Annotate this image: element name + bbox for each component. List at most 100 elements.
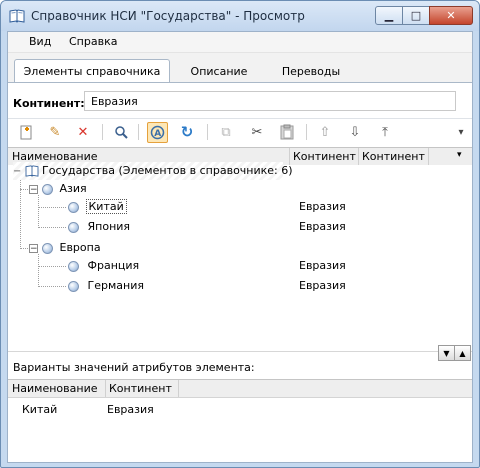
move-down-button[interactable]: ⇩ bbox=[346, 123, 364, 141]
column-chooser-icon[interactable]: ▾ bbox=[457, 150, 462, 160]
elements-panel: Континент: Евразия ✎ ✕ A ↻ ⧉ ✂ ⇧ ⇩ ⤒ ▾ Н… bbox=[8, 83, 472, 462]
move-down-icon: ⇩ bbox=[349, 124, 361, 140]
tree-connector bbox=[38, 266, 66, 267]
window-controls: ▁ □ ✕ bbox=[375, 6, 473, 25]
toolbar-separator bbox=[138, 124, 139, 140]
window-title: Справочник НСИ "Государства" - Просмотр bbox=[31, 9, 305, 23]
find-icon bbox=[115, 126, 128, 139]
variant-name-cell[interactable]: Китай bbox=[22, 403, 57, 416]
close-button[interactable]: ✕ bbox=[429, 6, 473, 25]
group-name: Азия bbox=[59, 182, 87, 195]
minimize-button[interactable]: ▁ bbox=[375, 6, 403, 25]
menu-view[interactable]: Вид bbox=[29, 35, 51, 48]
refresh-icon: ↻ bbox=[180, 123, 194, 141]
column-divider bbox=[178, 380, 179, 397]
element-node-icon bbox=[42, 183, 53, 195]
tree-connector bbox=[38, 254, 39, 287]
paste-button[interactable] bbox=[278, 123, 296, 141]
paste-icon bbox=[280, 124, 294, 140]
minimize-icon: ▁ bbox=[384, 9, 394, 22]
expand-asia-toggle[interactable]: − bbox=[29, 185, 38, 195]
add-element-icon bbox=[20, 125, 32, 140]
move-top-button[interactable]: ⤒ bbox=[376, 123, 394, 141]
tab-strip: Элементы справочника Описание Переводы bbox=[8, 53, 472, 83]
continent-field[interactable]: Евразия bbox=[84, 91, 456, 111]
find-button[interactable] bbox=[112, 123, 130, 141]
toolbar-separator bbox=[306, 124, 307, 140]
title-bar[interactable]: Справочник НСИ "Государства" - Просмотр … bbox=[1, 1, 479, 31]
tree-root-row[interactable]: − Государства (Элементов в справочнике: … bbox=[13, 162, 293, 181]
continent-label: Континент: bbox=[13, 97, 85, 110]
expand-europe-toggle[interactable]: − bbox=[29, 244, 38, 254]
column-divider bbox=[105, 380, 106, 397]
delete-icon: ✕ bbox=[77, 124, 89, 140]
element-node-icon bbox=[68, 221, 79, 233]
toolbar-separator bbox=[102, 124, 103, 140]
attribute-filter-button[interactable]: A bbox=[147, 122, 168, 143]
main-toolbar: ✎ ✕ A ↻ ⧉ ✂ ⇧ ⇩ ⤒ ▾ bbox=[8, 119, 472, 146]
edit-button[interactable]: ✎ bbox=[46, 123, 64, 141]
delete-button[interactable]: ✕ bbox=[74, 123, 92, 141]
expander-icon[interactable]: − bbox=[13, 163, 21, 181]
book-icon bbox=[25, 165, 38, 177]
attribute-filter-icon: A bbox=[150, 125, 165, 140]
group-name: Европа bbox=[59, 241, 101, 254]
column-header-continent[interactable]: Континент bbox=[109, 382, 172, 395]
variants-grid-header: Наименование Континент bbox=[8, 379, 472, 398]
edit-icon: ✎ bbox=[49, 124, 61, 140]
refresh-button[interactable]: ↻ bbox=[178, 123, 196, 141]
tab-elements[interactable]: Элементы справочника bbox=[14, 59, 170, 83]
toolbar-separator bbox=[207, 124, 208, 140]
move-up-button[interactable]: ⇧ bbox=[316, 123, 334, 141]
variants-label: Варианты значений атрибутов элемента: bbox=[13, 361, 255, 374]
collapse-icon: − bbox=[30, 244, 38, 254]
column-header-continent-2[interactable]: Континент bbox=[362, 150, 425, 163]
svg-text:A: A bbox=[154, 129, 161, 139]
expand-up-button[interactable]: ▲ bbox=[454, 345, 471, 361]
element-node-icon bbox=[68, 280, 79, 292]
add-element-button[interactable] bbox=[18, 123, 36, 141]
column-divider bbox=[358, 148, 359, 165]
tab-translations[interactable]: Переводы bbox=[266, 60, 356, 82]
tree-root-label: Государства (Элементов в справочнике: 6) bbox=[42, 164, 293, 177]
tree-connector bbox=[38, 207, 66, 208]
tree-group-row[interactable]: Европа bbox=[42, 239, 101, 257]
tree-group-row[interactable]: Азия bbox=[42, 180, 87, 198]
tree-item-row[interactable]: Китай Евразия bbox=[68, 198, 468, 216]
window-client: Вид Справка Элементы справочника Описани… bbox=[7, 31, 473, 463]
tree-item-row[interactable]: Франция Евразия bbox=[68, 257, 468, 275]
column-header-continent[interactable]: Континент bbox=[293, 150, 356, 163]
copy-icon: ⧉ bbox=[221, 124, 231, 140]
tree-connector bbox=[38, 286, 66, 287]
close-icon: ✕ bbox=[446, 9, 456, 22]
arrow-down-icon: ▼ bbox=[443, 348, 450, 358]
maximize-icon: □ bbox=[410, 9, 422, 22]
collapse-down-button[interactable]: ▼ bbox=[438, 345, 455, 361]
variant-continent-cell[interactable]: Евразия bbox=[107, 403, 154, 416]
main-window: Справочник НСИ "Государства" - Просмотр … bbox=[0, 0, 480, 468]
maximize-button[interactable]: □ bbox=[402, 6, 430, 25]
dropdown-icon: ▾ bbox=[458, 126, 464, 138]
item-continent: Евразия bbox=[299, 279, 346, 292]
item-name: Япония bbox=[87, 220, 131, 233]
cut-button[interactable]: ✂ bbox=[248, 123, 266, 141]
column-divider bbox=[289, 148, 290, 165]
item-continent: Евразия bbox=[299, 200, 346, 213]
item-continent: Евразия bbox=[299, 259, 346, 272]
column-divider bbox=[428, 148, 429, 165]
elements-tree: − Государства (Элементов в справочнике: … bbox=[8, 162, 472, 351]
item-name: Германия bbox=[87, 279, 144, 292]
copy-button[interactable]: ⧉ bbox=[217, 123, 235, 141]
arrow-up-icon: ▲ bbox=[459, 348, 466, 358]
column-header-name[interactable]: Наименование bbox=[12, 382, 97, 395]
tree-item-row[interactable]: Япония Евразия bbox=[68, 218, 468, 236]
tree-item-row[interactable]: Германия Евразия bbox=[68, 277, 468, 295]
item-name: Китай bbox=[85, 199, 127, 214]
tree-connector bbox=[38, 195, 39, 228]
tab-description[interactable]: Описание bbox=[174, 60, 264, 82]
toolbar-more-button[interactable]: ▾ bbox=[452, 123, 470, 141]
cut-icon: ✂ bbox=[251, 124, 263, 140]
menu-help[interactable]: Справка bbox=[69, 35, 117, 48]
element-node-icon bbox=[68, 201, 79, 213]
element-node-icon bbox=[68, 260, 79, 272]
